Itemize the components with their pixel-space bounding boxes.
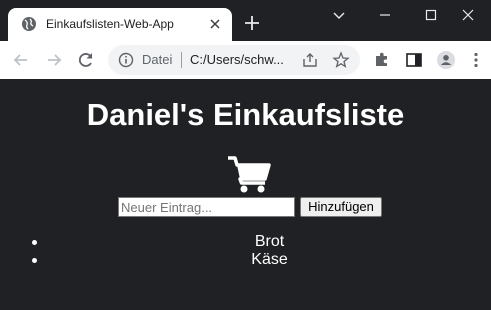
- list-item-label: Käse: [251, 251, 288, 268]
- url-text[interactable]: C:/Users/schw...: [190, 52, 284, 68]
- reload-icon[interactable]: [76, 50, 96, 70]
- close-icon: [462, 9, 474, 21]
- add-item-button[interactable]: Hinzufügen: [300, 197, 382, 217]
- tab-search-button[interactable]: [316, 0, 362, 30]
- minimize-button[interactable]: [362, 0, 408, 30]
- bookmark-star-icon[interactable]: [332, 51, 350, 69]
- close-tab-icon[interactable]: [207, 16, 223, 32]
- more-menu-icon[interactable]: [466, 50, 486, 70]
- bullet: [32, 258, 37, 263]
- forward-arrow-icon[interactable]: [44, 50, 64, 70]
- globe-icon: [22, 17, 36, 31]
- list-item: Käse: [0, 251, 491, 269]
- page-content: Daniel's Einkaufsliste Hinzufügen Brot K…: [0, 79, 491, 310]
- shopping-list: Brot Käse: [0, 233, 491, 269]
- info-icon[interactable]: [118, 52, 134, 68]
- page-title: Daniel's Einkaufsliste: [86, 97, 405, 132]
- extensions-puzzle-icon[interactable]: [372, 50, 392, 70]
- omnibox-divider: [181, 52, 182, 68]
- minimize-icon: [380, 14, 390, 16]
- back-arrow-icon[interactable]: [11, 50, 31, 70]
- maximize-icon: [425, 9, 437, 21]
- shopping-cart-icon: [228, 156, 271, 193]
- browser-toolbar: Datei C:/Users/schw...: [0, 41, 491, 79]
- new-tab-icon[interactable]: [243, 14, 261, 32]
- list-item: Brot: [0, 233, 491, 251]
- security-chip: Datei: [142, 52, 173, 67]
- share-icon[interactable]: [301, 51, 319, 69]
- bullet: [32, 240, 37, 245]
- list-item-label: Brot: [254, 233, 285, 250]
- tab-strip: Einkaufslisten-Web-App: [0, 0, 491, 41]
- side-panel-icon[interactable]: [404, 50, 424, 70]
- chevron-down-icon: [333, 12, 345, 19]
- address-bar[interactable]: Datei C:/Users/schw...: [108, 45, 360, 75]
- close-window-button[interactable]: [445, 0, 491, 30]
- profile-avatar-icon[interactable]: [436, 50, 456, 70]
- browser-tab[interactable]: Einkaufslisten-Web-App: [8, 8, 232, 41]
- new-entry-input[interactable]: [118, 197, 295, 217]
- tab-title: Einkaufslisten-Web-App: [46, 17, 174, 31]
